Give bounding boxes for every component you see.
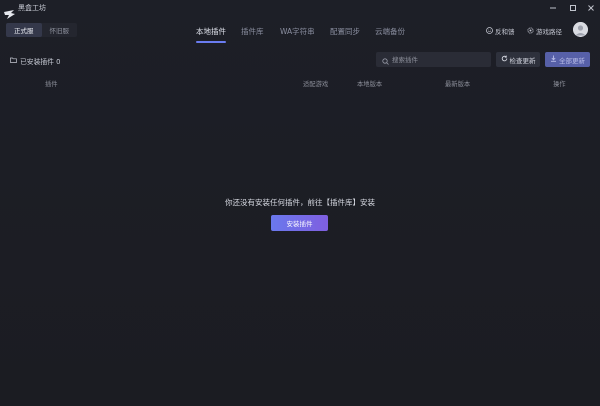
table-header: 插件 适配游戏 本地版本 最新版本 操作 — [0, 76, 600, 90]
title-bar: 黑盒工坊 — [0, 0, 600, 19]
check-update-button[interactable]: 检查更新 — [496, 52, 540, 67]
folder-icon — [10, 57, 17, 65]
search-icon — [382, 50, 389, 69]
tab-wa-strings[interactable]: WA字符串 — [280, 26, 315, 37]
tab-cloud-backup[interactable]: 云端备份 — [375, 26, 405, 37]
update-all-label: 全部更新 — [559, 56, 585, 65]
app-title: 黑盒工坊 — [18, 4, 46, 12]
column-header-latest-version: 最新版本 — [445, 81, 471, 88]
version-switch: 正式服 怀旧服 — [6, 23, 77, 37]
column-header-game: 适配游戏 — [303, 81, 329, 88]
close-icon[interactable] — [584, 1, 598, 14]
game-path-link[interactable]: 游戏路径 — [527, 26, 562, 36]
tab-addon-library[interactable]: 插件库 — [241, 26, 264, 37]
update-all-button[interactable]: 全部更新 — [545, 52, 590, 67]
install-addon-button[interactable]: 安装插件 — [271, 215, 328, 231]
game-path-label: 游戏路径 — [536, 28, 562, 36]
version-option-retail[interactable]: 正式服 — [6, 23, 42, 37]
search-box[interactable] — [376, 52, 491, 67]
refresh-icon — [501, 55, 508, 64]
column-header-addon: 插件 — [45, 81, 58, 88]
active-tab-indicator — [196, 41, 226, 43]
column-header-local-version: 本地版本 — [357, 81, 383, 88]
gear-icon — [527, 26, 534, 36]
search-input[interactable] — [392, 55, 487, 64]
maximize-icon[interactable] — [566, 1, 580, 14]
check-update-label: 检查更新 — [509, 56, 536, 65]
tab-local-addons[interactable]: 本地插件 — [196, 26, 226, 37]
empty-state-message: 你还没有安装任何插件，前往【插件库】安装 — [225, 198, 375, 207]
tab-config-sync[interactable]: 配置同步 — [330, 26, 360, 37]
app-window: 黑盒工坊 正式服 怀旧服 本地插件 插件库 WA字符串 配置同步 云端备份 反和… — [0, 0, 600, 406]
installed-count: 已安装插件 0 — [10, 56, 60, 66]
minimize-icon[interactable] — [546, 1, 560, 14]
version-option-classic[interactable]: 怀旧服 — [42, 23, 78, 37]
user-avatar[interactable] — [573, 22, 588, 37]
installed-count-label: 已安装插件 0 — [20, 58, 61, 66]
feedback-icon — [486, 26, 493, 36]
feedback-label: 反和馈 — [495, 28, 515, 36]
feedback-link[interactable]: 反和馈 — [486, 26, 515, 36]
column-header-actions: 操作 — [553, 81, 566, 88]
app-logo-icon — [4, 4, 15, 19]
download-icon — [550, 55, 557, 64]
